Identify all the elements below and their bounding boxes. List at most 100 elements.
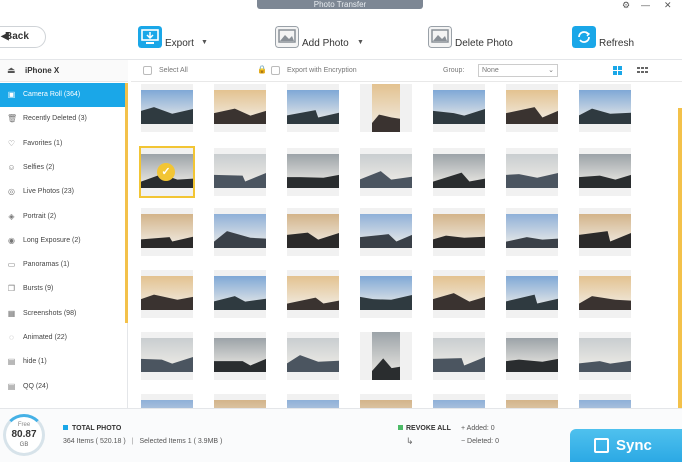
photo-thumbnail[interactable] — [579, 208, 631, 256]
landscape-image — [433, 214, 485, 248]
chevron-down-icon[interactable]: ▼ — [201, 39, 208, 46]
add-photo-button[interactable]: Add Photo ▼ — [275, 26, 367, 52]
photo-thumbnail[interactable] — [433, 84, 485, 132]
landscape-image — [506, 90, 558, 124]
photo-thumbnail[interactable] — [360, 208, 412, 256]
photo-thumbnail[interactable] — [141, 332, 193, 380]
sidebar-item-album[interactable]: ▤ QQ (24) — [0, 375, 126, 399]
photo-thumbnail[interactable] — [214, 332, 266, 380]
sidebar-item-album[interactable]: ◈ Portrait (2) — [0, 205, 126, 229]
close-icon[interactable]: ✕ — [664, 0, 672, 11]
refresh-button[interactable]: Refresh — [572, 26, 638, 52]
photo-thumbnail[interactable] — [506, 148, 558, 196]
photo-thumbnail[interactable] — [506, 332, 558, 380]
photo-thumbnail[interactable] — [433, 332, 485, 380]
photo-thumbnail[interactable] — [141, 84, 193, 132]
photo-thumbnail[interactable] — [579, 394, 631, 408]
photo-thumbnail[interactable] — [214, 84, 266, 132]
landscape-image — [287, 276, 339, 310]
photo-thumbnail[interactable] — [506, 84, 558, 132]
landscape-image — [287, 90, 339, 124]
photo-thumbnail[interactable] — [214, 148, 266, 196]
photo-thumbnail[interactable] — [579, 270, 631, 318]
photo-thumbnail[interactable] — [214, 270, 266, 318]
landscape-image — [579, 90, 631, 124]
storage-gauge: Free 80.87 GB — [3, 414, 45, 456]
landscape-image — [287, 154, 339, 188]
sidebar-item-label: Long Exposure (2) — [23, 236, 81, 244]
folder-icon: ▤ — [7, 381, 16, 391]
mountain-shape — [214, 296, 266, 310]
photo-thumbnail[interactable] — [579, 148, 631, 196]
sync-button[interactable]: Sync — [570, 429, 682, 462]
photo-thumbnail[interactable] — [506, 394, 558, 408]
mountain-shape — [433, 357, 485, 372]
photo-thumbnail[interactable] — [287, 394, 339, 408]
mountain-shape — [579, 360, 631, 372]
photo-thumbnail[interactable] — [360, 148, 412, 196]
photo-thumbnail[interactable] — [141, 394, 193, 408]
photo-thumbnail[interactable] — [360, 394, 412, 408]
cube-icon: ◈ — [8, 211, 15, 221]
photo-thumbnail[interactable] — [214, 394, 266, 408]
select-all-checkbox[interactable] — [143, 66, 152, 75]
photo-thumbnail[interactable] — [433, 208, 485, 256]
photo-thumbnail[interactable] — [360, 332, 412, 380]
sidebar-item-album[interactable]: ◌ Animated (22) — [0, 326, 126, 350]
delete-photo-button[interactable]: Delete Photo — [428, 26, 518, 52]
photo-thumbnail[interactable] — [287, 148, 339, 196]
photo-thumbnail[interactable] — [360, 270, 412, 318]
device-selector[interactable]: ⏏ iPhone X — [0, 60, 128, 82]
sidebar-scrollbar[interactable] — [125, 83, 128, 323]
photo-thumbnail[interactable] — [287, 208, 339, 256]
photo-thumbnail[interactable] — [287, 270, 339, 318]
chevron-down-icon: ⌄ — [548, 67, 554, 74]
sidebar-item-album[interactable]: ♡ Favorites (1) — [0, 132, 126, 156]
photo-thumbnail[interactable] — [433, 270, 485, 318]
sidebar-item-album[interactable]: ▤ hide (1) — [0, 350, 126, 374]
landscape-image — [141, 338, 193, 372]
group-select[interactable]: None ⌄ — [478, 64, 558, 77]
photo-thumbnail[interactable] — [287, 84, 339, 132]
export-encryption-checkbox[interactable] — [271, 66, 280, 75]
mountain-shape — [214, 358, 266, 372]
photo-thumbnail[interactable] — [141, 270, 193, 318]
photo-thumbnail[interactable] — [506, 208, 558, 256]
sidebar-item-album[interactable]: ▦ Screenshots (98) — [0, 302, 126, 326]
photo-thumbnail[interactable] — [506, 270, 558, 318]
revoke-all-button[interactable]: REVOKE ALL — [398, 425, 451, 432]
sidebar-item-album[interactable]: ❐ Bursts (9) — [0, 277, 126, 301]
minimize-icon[interactable]: — — [641, 0, 650, 11]
photo-thumbnail[interactable] — [287, 332, 339, 380]
mountain-shape — [372, 114, 400, 132]
small-grid-view-icon[interactable] — [636, 64, 649, 77]
export-button[interactable]: Export ▼ — [138, 26, 210, 52]
settings-icon[interactable]: ⚙ — [622, 0, 630, 11]
photo-thumbnail[interactable]: ✓ — [139, 146, 195, 198]
landscape-image — [506, 214, 558, 248]
chevron-down-icon[interactable]: ▼ — [357, 39, 364, 46]
sidebar-item-album[interactable]: 🗑 Recently Deleted (3) — [0, 107, 126, 131]
photo-thumbnail[interactable] — [579, 84, 631, 132]
sidebar-item-album[interactable]: ◎ Live Photos (23) — [0, 180, 126, 204]
grid-scrollbar[interactable] — [678, 108, 682, 408]
bursts-icon: ❐ — [7, 284, 16, 294]
sidebar-item-album[interactable]: ☺ Selfies (2) — [0, 156, 126, 180]
landscape-image — [506, 154, 558, 188]
revoke-arrow-icon: ↳ — [406, 436, 414, 446]
grid-view-icon[interactable] — [611, 64, 624, 77]
photo-thumbnail[interactable] — [433, 148, 485, 196]
photo-thumbnail[interactable] — [360, 84, 412, 132]
sidebar-item-album[interactable]: ◉ Long Exposure (2) — [0, 229, 126, 253]
landscape-image — [141, 90, 193, 124]
photo-thumbnail[interactable] — [433, 394, 485, 408]
back-button[interactable]: ◀ Back — [0, 26, 46, 48]
photo-thumbnail[interactable] — [214, 208, 266, 256]
sidebar-item-label: Favorites (1) — [23, 139, 63, 147]
sidebar-item-album[interactable]: ▭ Panoramas (1) — [0, 253, 126, 277]
sidebar-item-album[interactable]: ▣ Camera Roll (364) — [0, 83, 126, 107]
eject-icon[interactable]: ⏏ — [7, 65, 16, 76]
photo-thumbnail[interactable] — [579, 332, 631, 380]
live-photo-icon: ◎ — [8, 187, 15, 197]
photo-thumbnail[interactable] — [141, 208, 193, 256]
